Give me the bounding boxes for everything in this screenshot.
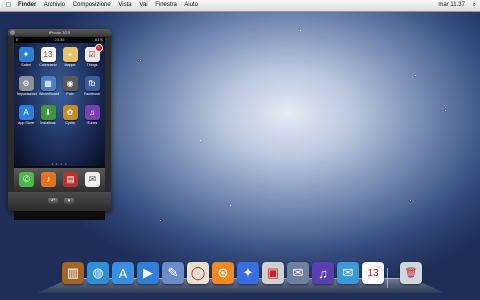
dock-app-store-icon[interactable]: A: [112, 262, 134, 284]
window-title-bar[interactable]: iPhone 3GS: [8, 29, 111, 36]
app-label: Mappe: [64, 63, 76, 67]
menu-vai[interactable]: Vai: [139, 2, 147, 8]
iphone-app-foto[interactable]: ◉ Foto: [61, 76, 79, 96]
dock-safari-icon[interactable]: ✦: [237, 262, 259, 284]
iphone-app-impostazioni[interactable]: ⚙ Impostazioni: [17, 76, 38, 96]
menu-composizione[interactable]: Composizione: [73, 2, 111, 8]
app-icon: ⌖: [62, 47, 78, 62]
iphone-app-winterboard[interactable]: ▦ WinterBoard: [39, 76, 59, 96]
app-icon: ✦: [18, 47, 34, 62]
page-dots: • • • •: [51, 161, 68, 166]
dock-facetime-icon[interactable]: ▶: [137, 262, 159, 284]
star: [200, 140, 201, 141]
dock-itunes-icon[interactable]: ♫: [312, 262, 334, 284]
dock-globe-icon[interactable]: ◍: [87, 262, 109, 284]
dock-mail-icon[interactable]: ✉: [287, 262, 309, 284]
apple-menu-icon[interactable]: : [6, 0, 11, 11]
iphone-dock-store[interactable]: ▤: [63, 172, 78, 187]
dock-photo-icon[interactable]: ▣: [262, 262, 284, 284]
app-icon: ⚙: [18, 76, 34, 91]
app-label: App Store: [18, 121, 34, 125]
menu-finder[interactable]: Finder: [18, 2, 36, 8]
iphone-app-itunes[interactable]: ♫ iTunes: [83, 105, 101, 125]
menu-bar:  Finder Archivio Composizione Vista Vai…: [0, 0, 480, 12]
app-icon: ♫: [84, 105, 100, 120]
menu-aiuto[interactable]: Aiuto: [184, 2, 198, 8]
star: [230, 205, 231, 206]
iphone-app-mappe[interactable]: ⌖ Mappe: [61, 47, 79, 67]
star: [410, 200, 411, 201]
app-label: Installous: [40, 121, 56, 125]
app-label: Facebook: [84, 92, 100, 96]
app-icon: ☑ 3: [84, 44, 103, 62]
dock-preview-icon[interactable]: ✎: [162, 262, 184, 284]
iphone-dock-phone[interactable]: ✆: [19, 172, 34, 187]
iphone-app-installous[interactable]: ⬇ Installous: [39, 105, 57, 125]
iphone-app-safari[interactable]: ✦ Safari: [17, 47, 35, 67]
iphone-app-facebook[interactable]: fb Facebook: [83, 76, 101, 96]
iphone-app-cydia[interactable]: ✿ Cydia: [61, 105, 79, 125]
app-label: Calendario: [39, 63, 57, 67]
dock-rss-icon[interactable]: ⊛: [212, 262, 234, 284]
iphone-app-app-store[interactable]: A App Store: [17, 105, 35, 125]
iphone-dock: ✆ ♪ ▤ ✉: [14, 168, 105, 192]
clock[interactable]: mar 11.37: [438, 2, 465, 8]
star: [445, 110, 446, 111]
star: [300, 30, 301, 31]
iphone-window[interactable]: iPhone 3GS E 23.35 61% ✦ Safari 13 Calendar…: [8, 29, 111, 220]
app-icon: 13: [40, 47, 56, 62]
spotlight-icon[interactable]: ⌕: [473, 2, 476, 8]
star: [160, 220, 161, 221]
app-label: iTunes: [86, 121, 98, 125]
app-icon: fb: [84, 76, 100, 91]
iphone-app-calendario[interactable]: 13 Calendario: [39, 47, 57, 67]
menu-vista[interactable]: Vista: [118, 2, 131, 8]
dock-trash-icon[interactable]: 🗑: [400, 262, 422, 284]
star: [415, 75, 416, 76]
dock-egg-icon[interactable]: ◯: [187, 262, 209, 284]
dock-calendar-icon[interactable]: 13: [362, 262, 384, 284]
close-icon[interactable]: [10, 30, 15, 35]
app-label: Safari: [21, 63, 31, 67]
app-icon: ⬇: [40, 105, 56, 120]
menu-archivio[interactable]: Archivio: [44, 2, 65, 8]
dock-separator: [387, 268, 388, 288]
badge: 3: [94, 44, 103, 52]
window-title: iPhone 3GS: [48, 30, 71, 35]
app-label: Impostazioni: [17, 92, 38, 96]
app-icon: ▦: [40, 76, 56, 91]
app-label: Cydia: [65, 121, 75, 125]
app-icon: A: [18, 105, 34, 120]
star: [140, 60, 141, 61]
app-label: Foto: [66, 92, 74, 96]
iphone-app-things[interactable]: ☑ 3 Things: [83, 44, 103, 67]
rotate-button[interactable]: ↶: [48, 198, 58, 204]
menu-button[interactable]: ▾: [64, 198, 74, 204]
window-footer: ↶ ▾: [8, 192, 111, 211]
iphone-dock-notes[interactable]: ✉: [85, 172, 100, 187]
dock-chat-icon[interactable]: ✉: [337, 262, 359, 284]
app-label: Things: [86, 63, 98, 67]
app-label: WinterBoard: [39, 92, 59, 96]
iphone-dock-music[interactable]: ♪: [41, 172, 56, 187]
dock-bookshelf-icon[interactable]: ▥: [62, 262, 84, 284]
menu-finestra[interactable]: Finestra: [155, 2, 177, 8]
app-icon: ◉: [62, 76, 78, 91]
app-icon: ✿: [62, 105, 78, 120]
menu-list: Finder Archivio Composizione Vista Vai F…: [18, 0, 204, 11]
menu-extras: mar 11.37 ⌕: [432, 0, 476, 11]
